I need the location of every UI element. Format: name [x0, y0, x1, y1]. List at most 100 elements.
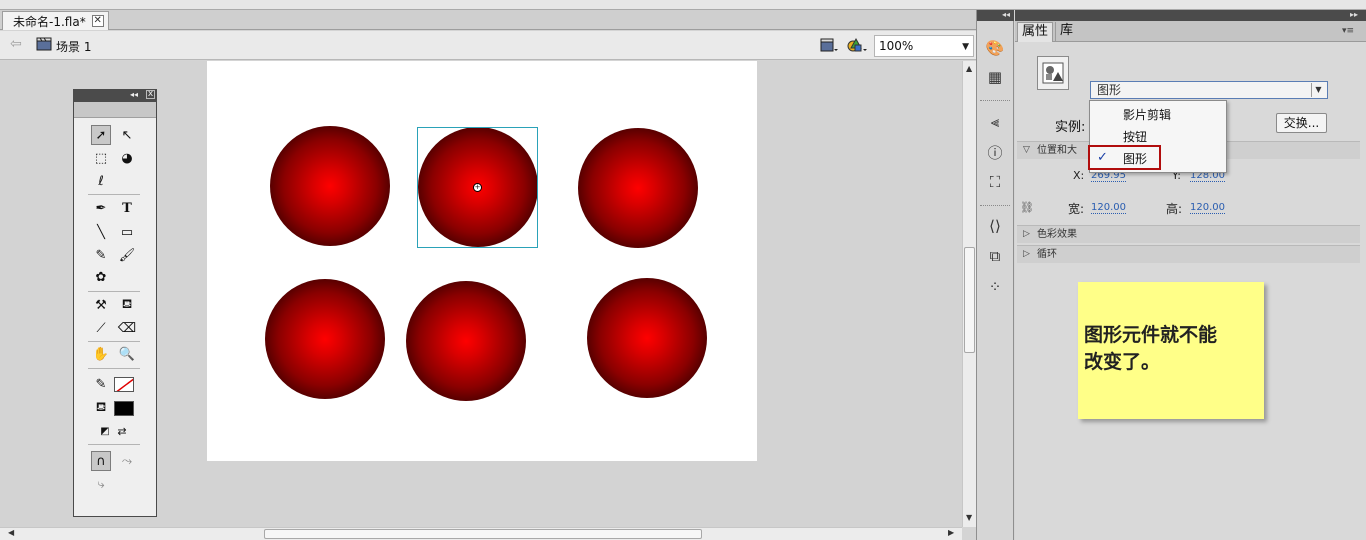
- code-snippets-icon[interactable]: ⟨⟩: [984, 215, 1006, 237]
- section-loop[interactable]: ▷ 循环: [1017, 245, 1360, 263]
- smooth-icon[interactable]: ⤳: [117, 451, 137, 471]
- scroll-right-icon[interactable]: ▶: [948, 528, 954, 537]
- tools-panel: [73, 89, 157, 517]
- chevron-down-icon: ▼: [1311, 83, 1325, 97]
- annotation-line: 改变了。: [1084, 351, 1161, 373]
- expand-icon[interactable]: ▸▸: [1350, 10, 1358, 19]
- bone-tool-icon[interactable]: ⚒: [91, 295, 111, 315]
- scroll-thumb[interactable]: [264, 529, 702, 539]
- graphic-instance[interactable]: [270, 126, 390, 246]
- height-label: 高:: [1166, 202, 1183, 216]
- zoom-select[interactable]: 100% ▼: [874, 35, 974, 57]
- vertical-scrollbar[interactable]: ▲ ▼: [962, 61, 976, 527]
- collapse-icon[interactable]: ◂◂: [130, 90, 138, 99]
- subselection-tool-icon[interactable]: ↖: [117, 125, 137, 145]
- collapse-icon[interactable]: ◂◂: [1002, 10, 1010, 19]
- tool-separator: [88, 194, 140, 195]
- stroke-color-swatch[interactable]: [114, 377, 134, 392]
- swap-button[interactable]: 交换...: [1276, 113, 1327, 133]
- document-tab-title: 未命名-1.fla*: [13, 14, 86, 29]
- graphic-instance[interactable]: [587, 278, 707, 398]
- tab-library[interactable]: 库: [1055, 22, 1077, 42]
- dock-separator: [980, 205, 1010, 206]
- dock-separator: [980, 100, 1010, 101]
- tab-properties[interactable]: 属性: [1017, 22, 1054, 42]
- no-color-icon: [116, 378, 133, 391]
- instance-label: 实例:: [1055, 120, 1086, 135]
- brush-tool-icon[interactable]: 🖌: [117, 245, 137, 265]
- pencil-tool-icon[interactable]: ✎: [91, 245, 111, 265]
- tools-panel-grip[interactable]: [74, 102, 156, 118]
- graphic-instance[interactable]: [406, 281, 526, 401]
- hand-tool-icon[interactable]: ✋: [91, 344, 111, 364]
- eyedropper-tool-icon[interactable]: ⟋: [91, 318, 111, 338]
- document-tab-bar: [0, 10, 976, 30]
- rectangle-tool-icon[interactable]: ▭: [117, 222, 137, 242]
- text-tool-icon[interactable]: T: [117, 198, 137, 218]
- stroke-pencil-icon: ✎: [95, 376, 107, 392]
- fill-color-swatch[interactable]: [114, 401, 134, 416]
- scroll-left-icon[interactable]: ◀: [8, 528, 14, 537]
- lasso-tool-icon[interactable]: ℓ: [91, 171, 111, 191]
- motion-presets-icon[interactable]: ⁘: [984, 276, 1006, 298]
- fill-bucket-icon: ⛾: [95, 399, 107, 415]
- line-tool-icon[interactable]: ╲: [91, 222, 111, 242]
- tool-separator: [88, 341, 140, 342]
- scene-clapper-icon: [36, 37, 52, 51]
- align-panel-icon[interactable]: ⫷: [984, 111, 1006, 133]
- tools-panel-header[interactable]: [73, 89, 157, 102]
- straighten-icon[interactable]: ⤷: [91, 474, 111, 494]
- properties-panel-header[interactable]: [1015, 10, 1366, 21]
- zoom-tool-icon[interactable]: 🔍: [117, 344, 137, 364]
- expand-triangle-icon: ▷: [1023, 249, 1030, 259]
- graphic-instance[interactable]: [265, 279, 385, 399]
- scroll-down-icon[interactable]: ▼: [966, 513, 972, 522]
- stage[interactable]: [207, 61, 757, 461]
- annotation-line: 图形元件就不能: [1084, 324, 1218, 346]
- transform-panel-icon[interactable]: ⛶: [984, 171, 1006, 193]
- components-panel-icon[interactable]: ⧉: [984, 245, 1006, 267]
- tool-separator: [88, 444, 140, 445]
- section-color-effect-label: 色彩效果: [1037, 229, 1077, 240]
- 3d-rotation-tool-icon[interactable]: ◕: [117, 148, 137, 168]
- deco-tool-icon[interactable]: ✿: [91, 267, 111, 287]
- horizontal-scrollbar[interactable]: ◀ ▶: [0, 527, 962, 540]
- free-transform-tool-icon[interactable]: ⬚: [91, 148, 111, 168]
- section-color-effect[interactable]: ▷ 色彩效果: [1017, 225, 1360, 243]
- close-icon[interactable]: x: [146, 90, 155, 99]
- symbol-type-value: 图形: [1097, 83, 1122, 97]
- pen-tool-icon[interactable]: ✒: [91, 198, 111, 218]
- width-value[interactable]: 120.00: [1091, 202, 1126, 214]
- section-position-size-label: 位置和大: [1037, 145, 1077, 156]
- link-icon[interactable]: ⛓: [1020, 201, 1034, 214]
- scroll-thumb[interactable]: [964, 247, 975, 353]
- height-value[interactable]: 120.00: [1190, 202, 1225, 214]
- width-label: 宽:: [1068, 202, 1085, 216]
- panel-dock: [976, 10, 1014, 540]
- dropdown-item-movie-clip[interactable]: 影片剪辑: [1123, 106, 1171, 123]
- selection-tool-icon[interactable]: ➚: [91, 125, 111, 145]
- swatches-panel-icon[interactable]: ▦: [984, 66, 1006, 88]
- back-arrow-icon[interactable]: ⇦: [10, 36, 22, 52]
- dropdown-item-button[interactable]: 按钮: [1123, 128, 1147, 145]
- paint-bucket-tool-icon[interactable]: ⛾: [117, 295, 137, 315]
- color-panel-icon[interactable]: 🎨: [984, 37, 1006, 59]
- highlight-box: [1088, 145, 1161, 170]
- eraser-tool-icon[interactable]: ⌫: [117, 318, 137, 338]
- scene-label[interactable]: 场景 1: [56, 38, 91, 55]
- registration-point-icon: +: [473, 183, 482, 192]
- annotation-text: 图形元件就不能 改变了。: [1084, 322, 1260, 376]
- info-panel-icon[interactable]: ⓘ: [984, 141, 1006, 163]
- symbol-type-select[interactable]: 图形 ▼: [1090, 81, 1328, 99]
- scroll-up-icon[interactable]: ▲: [966, 64, 972, 73]
- section-loop-label: 循环: [1037, 249, 1057, 260]
- snap-to-objects-icon[interactable]: ∩: [91, 451, 111, 471]
- document-tab[interactable]: 未命名-1.fla* ✕: [2, 11, 109, 30]
- graphic-instance[interactable]: [578, 128, 698, 248]
- panel-menu-icon[interactable]: ▾≡: [1342, 26, 1354, 36]
- edit-scene-icon[interactable]: [820, 37, 838, 53]
- swap-colors-icon[interactable]: ⇄: [112, 421, 132, 441]
- tool-separator: [88, 291, 140, 292]
- close-icon[interactable]: ✕: [91, 15, 104, 27]
- edit-symbols-icon[interactable]: [847, 37, 867, 53]
